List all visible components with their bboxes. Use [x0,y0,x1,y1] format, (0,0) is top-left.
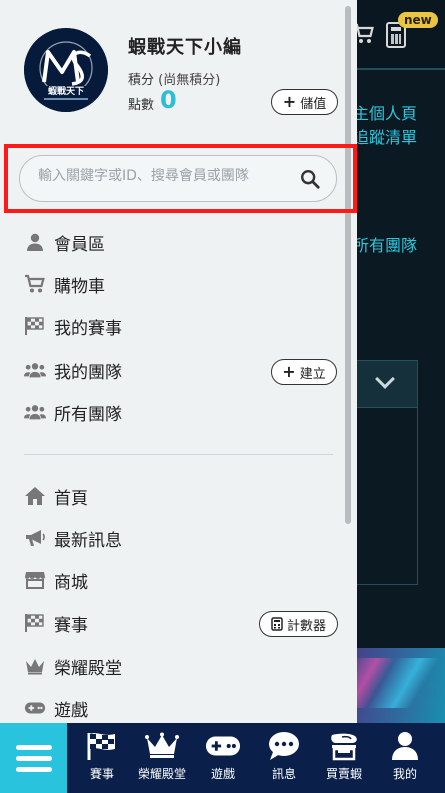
nav-label: 賽事 [89,767,114,781]
menu-item-all-teams[interactable]: 所有團隊 [0,394,345,430]
hamburger-icon [15,744,52,750]
nav-label: 榮耀殿堂 [137,767,186,781]
shrimp-trade-icon [326,731,362,761]
coins-value: 0 [160,86,177,114]
menu-label: 購物車 [54,276,105,297]
menu-label: 賽事 [54,615,88,636]
new-badge: new [398,12,438,28]
points-label: 積分 [128,73,155,88]
crown-icon [24,655,46,677]
menu-item-hall-of-fame[interactable]: 榮耀殿堂 [0,648,345,684]
create-team-button[interactable]: + 建立 [271,359,337,385]
chat-icon [266,731,302,761]
team-icon [24,359,46,381]
store-icon [24,569,46,591]
bg-link-watchlist[interactable]: 追蹤清單 [353,124,417,148]
hamburger-icon [15,755,52,761]
nav-item-me[interactable]: 我的 [374,723,436,793]
gamepad-icon [205,731,241,761]
gamepad-icon [24,697,46,719]
topup-button-label: 儲值 [300,96,327,112]
nav-label: 我的 [392,767,417,781]
home-icon [24,485,46,507]
team-icon [24,401,46,423]
menu-label: 所有團隊 [54,404,122,425]
menu-toggle-button[interactable] [0,723,67,793]
drawer-scrollbar[interactable] [345,6,351,524]
cart-icon [24,273,46,295]
megaphone-icon [24,527,46,549]
menu-label: 我的賽事 [54,318,122,339]
nav-item-hall-of-fame[interactable]: 榮耀殿堂 [131,723,193,793]
checkered-flag-icon [24,612,46,634]
user-icon [24,231,46,253]
crown-icon [144,731,180,761]
menu-label: 首頁 [54,488,88,509]
menu-item-store[interactable]: 商城 [0,562,345,598]
username: 蝦戰天下小編 [128,37,242,58]
nav-label: 訊息 [271,767,296,781]
bg-link-all-teams[interactable]: 所有團隊 [353,232,417,256]
coins-label: 點數 [128,98,155,113]
counter-button[interactable]: 計數器 [259,611,338,637]
menu-label: 商城 [54,572,88,593]
nav-label: 買賣蝦 [325,767,362,781]
logo-icon: 蝦戰天下 [24,28,108,112]
menu-item-news[interactable]: 最新訊息 [0,520,345,556]
search-input[interactable] [38,168,293,184]
side-drawer: 蝦戰天下 蝦戰天下小編 積分 (尚無積分) 點數 0 + 儲值 會員區 購物車 [0,0,357,723]
search-icon[interactable] [299,168,321,190]
nav-item-shrimp-trade[interactable]: 買賣蝦 [313,723,375,793]
checkered-flag-icon [24,315,46,337]
menu-label: 遊戲 [54,700,88,721]
menu-item-home[interactable]: 首頁 [0,478,345,514]
menu-item-my-events[interactable]: 我的賽事 [0,308,345,344]
topup-button[interactable]: + 儲值 [271,89,338,115]
user-icon [387,731,423,761]
plus-icon: + [282,92,297,111]
nav-label: 遊戲 [210,767,235,781]
menu-divider [24,454,333,455]
nav-item-games[interactable]: 遊戲 [192,723,254,793]
menu-label: 會員區 [54,234,105,255]
svg-text:蝦戰天下: 蝦戰天下 [48,85,84,97]
hamburger-icon [15,766,52,772]
bottom-nav: 賽事 榮耀殿堂 遊戲 訊息 買賣蝦 我的 [0,723,445,793]
checkered-flag-icon [84,731,120,761]
menu-item-games[interactable]: 遊戲 [0,690,345,723]
menu-label: 最新訊息 [54,530,122,551]
menu-item-member[interactable]: 會員區 [0,224,345,260]
search-box[interactable] [19,155,337,202]
counter-button-label: 計數器 [286,618,326,634]
menu-label: 我的團隊 [54,362,122,383]
calculator-icon [271,617,283,631]
menu-item-cart[interactable]: 購物車 [0,266,345,302]
nav-item-messages[interactable]: 訊息 [253,723,315,793]
nav-item-events[interactable]: 賽事 [71,723,133,793]
bg-link-profile[interactable]: 主個人頁 [353,100,417,124]
plus-icon: + [282,362,296,381]
menu-label: 榮耀殿堂 [54,658,122,679]
avatar[interactable]: 蝦戰天下 [24,28,108,112]
create-team-button-label: 建立 [299,366,326,382]
